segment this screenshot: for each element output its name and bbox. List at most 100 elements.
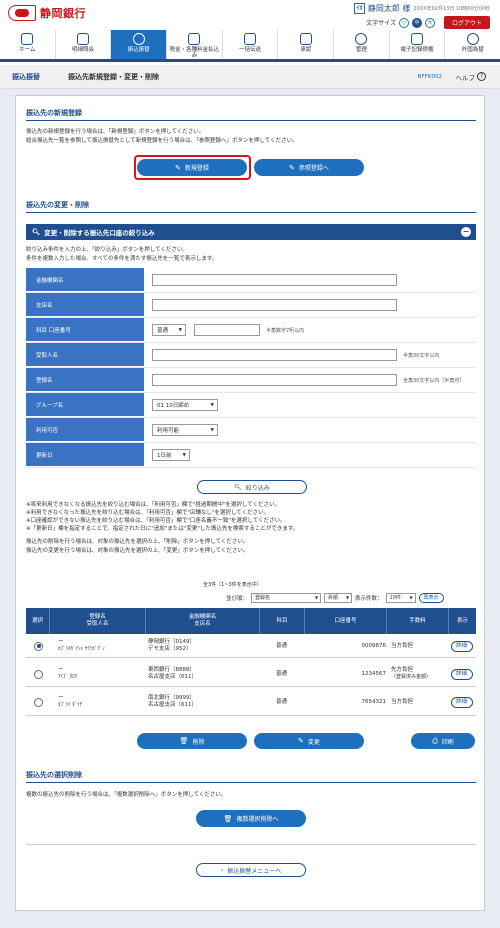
bank-input[interactable] <box>152 274 397 286</box>
table-row[interactable]: ーﾀﾌﾞﾗｲ ﾀﾞｲﾁ 南北銀行（9999） 名古屋支店（611） 普通 7654… <box>26 688 476 716</box>
detail-button[interactable]: 詳細 <box>451 696 473 708</box>
account-type-select[interactable]: 普通 <box>152 324 186 336</box>
redisplay-button[interactable]: 再表示 <box>418 593 444 603</box>
nav-e-claims[interactable]: 電子記録債権 <box>390 30 446 59</box>
bank-name: 静岡銀行 <box>40 7 86 20</box>
change-button[interactable]: ✎ 変更 <box>254 733 364 749</box>
new-registration-button[interactable]: ✎ 新規登録 <box>137 159 247 176</box>
page-header: 振込振替 振込先新規登録・変更・削除 BFFK002 ヘルプ? <box>0 65 500 89</box>
bulk-delete-button[interactable]: 🗑︎ 複数選択削除へ <box>196 810 306 827</box>
button-label: 振込振替メニューへ <box>227 867 282 875</box>
stamp-icon <box>299 33 312 45</box>
document-icon <box>77 33 89 45</box>
main-panel: 振込先の新規登録 振込先の新規登録を行う場合は、「新規登録」ボタンを押してくださ… <box>15 95 485 911</box>
section-divider <box>26 120 476 121</box>
collapse-icon[interactable]: − <box>461 227 471 237</box>
radio-cell <box>34 634 46 658</box>
filter-row-regname: 登録名 全角30文字以内［半角可］ <box>26 368 476 393</box>
bank-label: 金融機関名 <box>26 268 144 292</box>
row-radio[interactable] <box>34 697 43 707</box>
font-medium-button[interactable]: 中 <box>411 17 422 28</box>
filter-note-1: ※将来利用できなくなる振込先を絞り込む場合は、「利用可否」欄で"経過期間中"を選… <box>26 502 281 508</box>
nav-forex[interactable]: 外国為替 <box>445 30 500 59</box>
nav-approval[interactable]: 承認 <box>278 30 335 59</box>
filter-button[interactable]: 🔍︎ 絞り込み <box>197 480 307 494</box>
branch-input[interactable] <box>152 299 397 311</box>
fee-text: 先方負担 <box>391 667 414 673</box>
payee-input[interactable] <box>152 349 397 361</box>
bulk-delete-title: 振込先の選択削除 <box>26 771 82 779</box>
group-select[interactable]: 01 10日締め <box>152 399 218 411</box>
trash-icon: 🗑︎ <box>179 737 189 745</box>
table-row[interactable]: ーｱｲｽﾞ ﾀﾛｳ 東西銀行（8888） 名古屋支店（611） 普通 123456… <box>26 661 476 687</box>
nav-management[interactable]: 管理 <box>334 30 390 59</box>
person-icon <box>355 33 368 45</box>
col-fee: 手数料 <box>387 608 449 634</box>
delete-button[interactable]: 🗑︎ 削除 <box>137 733 247 749</box>
print-button[interactable]: ⎙ 印刷 <box>411 733 475 749</box>
last-login-time: 20XX年02月13日 10時00分00秒 <box>413 6 490 12</box>
nav-bulk-transfer[interactable]: 一括伝送 <box>223 30 279 59</box>
regname-input[interactable] <box>152 374 397 386</box>
detail-button[interactable]: 詳細 <box>451 668 473 680</box>
font-size-label: 文字サイズ <box>366 20 396 27</box>
fee-cell: 当方負担 <box>391 634 449 658</box>
reference-registration-button[interactable]: ✎ 参照登録へ <box>254 159 364 176</box>
filter-note-4: ※「更新日」欄を指定することで、指定された日に"追加"または"変更"した振込先を… <box>26 526 299 532</box>
search-icon: 🔍︎ <box>32 228 41 236</box>
col-name: 登録名 受取人名 <box>50 608 146 634</box>
bank-name: 東西銀行（8888） <box>148 667 195 673</box>
filter-panel-header[interactable]: 🔍︎ 変更・削除する振込先口座の絞り込み − <box>26 224 476 240</box>
search-icon: 🔍︎ <box>234 483 242 491</box>
payee-name: ｱｲｽﾞ ﾀﾛｳ <box>58 674 78 680</box>
nav-transfer[interactable]: 振込振替 <box>111 30 168 59</box>
updated-select[interactable]: 1日前 <box>152 449 190 461</box>
fee-cell: 先方負担 （登録済み金額） <box>391 661 449 687</box>
nav-label: 明細照会 <box>72 47 95 53</box>
question-icon: ? <box>477 72 486 81</box>
sort-order-select[interactable]: 昇順 <box>324 593 353 603</box>
nav-home[interactable]: ホーム <box>0 30 56 59</box>
chevron-left-icon: ‹ <box>220 866 224 874</box>
filter-text-1: 絞り込み条件を入力の上、「絞り込み」ボタンを押してください。 <box>26 247 188 253</box>
filter-row-branch: 支店名 <box>26 293 476 318</box>
screen-id: BFFK002 <box>417 73 442 80</box>
font-small-button[interactable]: 小 <box>398 17 409 28</box>
detail-button[interactable]: 詳細 <box>451 640 473 652</box>
row-radio[interactable] <box>34 641 43 651</box>
button-label: 新規登録 <box>184 165 209 172</box>
button-label: 複数選択削除へ <box>236 816 279 823</box>
pencil-icon: ✎ <box>175 163 181 172</box>
reg-name: ー <box>58 639 64 645</box>
bank-logo[interactable]: 静岡銀行 <box>8 5 86 21</box>
font-large-button[interactable]: 大 <box>424 17 435 28</box>
nav-label: 振込振替 <box>127 47 150 53</box>
change-delete-title: 振込先の変更・削除 <box>26 201 89 209</box>
button-label: 絞り込み <box>245 484 270 492</box>
col-select: 選択 <box>26 608 50 634</box>
global-nav: ホーム 明細照会 振込振替 税金・各種料金払込み 一括伝送 承認 管理 電子記録… <box>0 30 500 62</box>
updated-label: 更新日 <box>26 443 144 467</box>
nav-label: 税金・各種料金払込み <box>169 47 220 59</box>
top-bar: 静岡銀行 ｲｵ 静岡太郎 様 20XX年02月13日 10時00分00秒 文字サ… <box>0 0 500 29</box>
usable-select[interactable]: 利用可能 <box>152 424 218 436</box>
section-divider <box>26 844 476 845</box>
nav-statements[interactable]: 明細照会 <box>56 30 112 59</box>
pencil-icon: ✎ <box>289 163 295 172</box>
sort-field-select[interactable]: 登録名 <box>251 593 322 603</box>
nav-tax-payment[interactable]: 税金・各種料金払込み <box>167 30 223 59</box>
back-to-menu-button[interactable]: ‹ 振込振替メニューへ <box>196 863 306 877</box>
table-row[interactable]: ーｶﾌﾞｼｷｶﾞｲｼｬ ｻｸﾗｶﾞｸﾞﾝ 静岡銀行（0149） デモ支店（952）… <box>26 634 476 658</box>
reg-name: ー <box>58 695 64 701</box>
page-title: 振込先新規登録・変更・削除 <box>68 72 159 81</box>
button-label: 参照登録へ <box>298 165 329 172</box>
account-number-input[interactable] <box>194 324 260 336</box>
account-label: 科目 口座番号 <box>26 318 144 342</box>
payee-name: ｶﾌﾞｼｷｶﾞｲｼｬ ｻｸﾗｶﾞｸﾞﾝ <box>58 646 105 652</box>
account-cell: 1234567 <box>361 670 387 677</box>
logout-button[interactable]: ログアウト <box>443 16 490 29</box>
row-radio[interactable] <box>34 669 43 679</box>
help-link[interactable]: ヘルプ? <box>456 72 486 82</box>
account-number-note: 半角数字7桁以内 <box>266 328 305 334</box>
per-page-select[interactable]: 10件 <box>385 593 416 603</box>
